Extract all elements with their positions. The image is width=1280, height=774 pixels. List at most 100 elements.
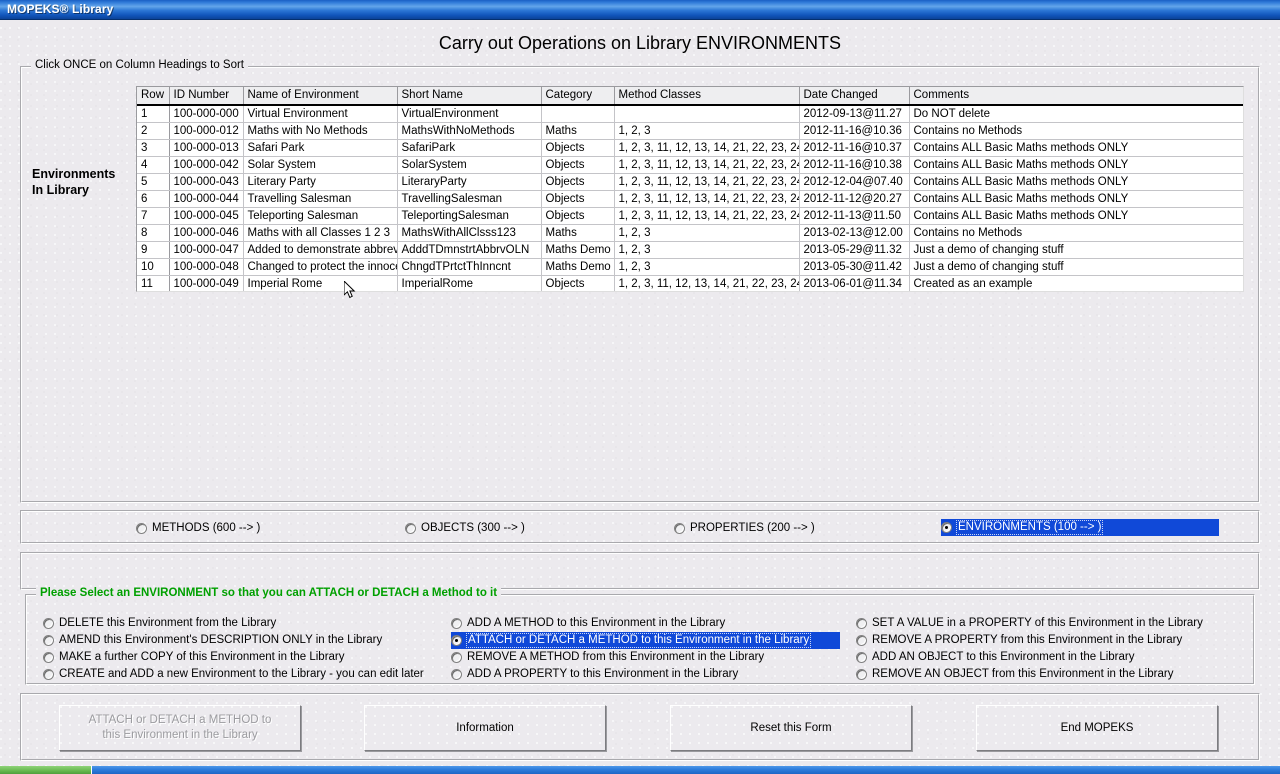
- table-cell: 1, 2, 3, 11, 12, 13, 14, 21, 22, 23, 24,: [614, 139, 800, 157]
- table-row[interactable]: 8 100-000-046 Maths with all Classes 1 2 3…: [137, 224, 1243, 242]
- table-cell: 2012-12-04@07.40: [799, 173, 910, 191]
- radio-properties-dot: [674, 523, 685, 534]
- op-remove-property-label: REMOVE A PROPERTY from this Environment …: [872, 634, 1183, 646]
- side-label-line1: Environments: [32, 167, 116, 181]
- window-title: MOPEKS® Library: [7, 2, 114, 16]
- taskbar-item[interactable]: [0, 766, 92, 774]
- table-row[interactable]: 11 100-000-049 Imperial Rome ImperialRome Ob…: [137, 275, 1243, 291]
- table-header-row[interactable]: Row ID Number Name of Environment Short Nam…: [137, 87, 1243, 106]
- op-remove-method[interactable]: REMOVE A METHOD from this Environment in…: [451, 650, 764, 665]
- information-button-label: Information: [456, 721, 514, 734]
- table-cell: 100-000-048: [169, 258, 244, 276]
- table-header-id-number[interactable]: ID Number: [169, 87, 244, 106]
- radio-environments-label: ENVIRONMENTS (100 --> ): [955, 520, 1104, 535]
- table-cell: MathsWithNoMethods: [397, 122, 542, 140]
- op-add-object-dot: [856, 652, 867, 663]
- table-cell: 2013-02-13@12.00: [799, 224, 910, 242]
- table-row[interactable]: 1 100-000-000 Virtual Environment VirtualEn…: [137, 105, 1243, 123]
- op-make-copy[interactable]: MAKE a further COPY of this Environment …: [43, 650, 345, 665]
- table-cell: 100-000-000: [169, 105, 244, 123]
- table-cell: 2013-05-30@11.42: [799, 258, 910, 276]
- mouse-cursor: [344, 281, 356, 299]
- op-attach-detach-method[interactable]: ATTACH or DETACH a METHOD to this Enviro…: [451, 632, 840, 649]
- table-header-row[interactable]: Row: [137, 87, 170, 106]
- op-amend-description[interactable]: AMEND this Environment's DESCRIPTION ONL…: [43, 633, 382, 648]
- table-cell: Maths Demo: [541, 241, 615, 259]
- table-cell: 2012-11-16@10.38: [799, 156, 910, 174]
- table-cell: 2: [137, 122, 170, 140]
- table-row[interactable]: 7 100-000-045 Teleporting Salesman Teleport…: [137, 207, 1243, 225]
- table-row[interactable]: 9 100-000-047 Added to demonstrate abbrevi…: [137, 241, 1243, 259]
- table-header-name-of-environment[interactable]: Name of Environment: [243, 87, 398, 106]
- table-cell: 100-000-046: [169, 224, 244, 242]
- attach-detach-method-button-line1: ATTACH or DETACH a METHOD to: [88, 714, 272, 726]
- table-row[interactable]: 6 100-000-044 Travelling Salesman Travellin…: [137, 190, 1243, 208]
- attach-detach-method-button[interactable]: ATTACH or DETACH a METHOD to this Enviro…: [59, 705, 301, 751]
- reset-form-button[interactable]: Reset this Form: [670, 705, 912, 751]
- op-delete-environment[interactable]: DELETE this Environment from the Library: [43, 616, 276, 631]
- environments-grid[interactable]: Row ID Number Name of Environment Short Nam…: [136, 86, 1244, 292]
- end-mopeks-button[interactable]: End MOPEKS: [976, 705, 1218, 751]
- table-cell: SafariPark: [397, 139, 542, 157]
- table-cell: Objects: [541, 207, 615, 225]
- table-cell: TravellingSalesman: [397, 190, 542, 208]
- op-add-method-label: ADD A METHOD to this Environment in the …: [467, 617, 726, 629]
- table-cell: 100-000-044: [169, 190, 244, 208]
- table-cell: 100-000-012: [169, 122, 244, 140]
- table-cell: Maths Demo: [541, 258, 615, 276]
- table-cell: Safari Park: [243, 139, 398, 157]
- radio-methods[interactable]: METHODS (600 --> ): [136, 521, 260, 536]
- table-header-short-name[interactable]: Short Name: [397, 87, 542, 106]
- table-cell: 1, 2, 3, 11, 12, 13, 14, 21, 22, 23, 24,: [614, 190, 800, 208]
- table-row[interactable]: 4 100-000-042 Solar System SolarSystem Objec…: [137, 156, 1243, 174]
- table-cell: Teleporting Salesman: [243, 207, 398, 225]
- table-row[interactable]: 3 100-000-013 Safari Park SafariPark Objects…: [137, 139, 1243, 157]
- op-add-method[interactable]: ADD A METHOD to this Environment in the …: [451, 616, 725, 631]
- table-cell: 2012-11-16@10.36: [799, 122, 910, 140]
- table-cell: Changed to protect the innocen: [243, 258, 398, 276]
- op-remove-object-label: REMOVE AN OBJECT from this Environment i…: [872, 668, 1174, 680]
- table-cell: 7: [137, 207, 170, 225]
- table-row[interactable]: 2 100-000-012 Maths with No Methods MathsWi…: [137, 122, 1243, 140]
- op-add-property[interactable]: ADD A PROPERTY to this Environment in th…: [451, 667, 738, 682]
- radio-properties-label: PROPERTIES (200 --> ): [690, 522, 815, 534]
- table-cell: 100-000-043: [169, 173, 244, 191]
- op-remove-property[interactable]: REMOVE A PROPERTY from this Environment …: [856, 633, 1182, 648]
- op-create-add-environment-dot: [43, 669, 54, 680]
- table-cell: Objects: [541, 275, 615, 291]
- table-cell: 1, 2, 3, 11, 12, 13, 14, 21, 22, 23, 24,: [614, 207, 800, 225]
- environments-in-library-label: Environments In Library: [32, 166, 132, 198]
- radio-objects-dot: [405, 523, 416, 534]
- reset-form-button-label: Reset this Form: [750, 721, 832, 734]
- information-button[interactable]: Information: [364, 705, 606, 751]
- table-cell: Contains ALL Basic Maths methods ONLY: [909, 207, 1243, 225]
- table-cell: VirtualEnvironment: [397, 105, 542, 123]
- radio-properties[interactable]: PROPERTIES (200 --> ): [674, 521, 815, 536]
- table-cell: Solar System: [243, 156, 398, 174]
- table-header-method-classes[interactable]: Method Classes: [614, 87, 800, 106]
- table-cell: 2012-11-13@11.50: [799, 207, 910, 225]
- table-cell: Objects: [541, 139, 615, 157]
- table-header-comments[interactable]: Comments: [909, 87, 1243, 106]
- radio-environments[interactable]: ENVIRONMENTS (100 --> ): [941, 519, 1219, 536]
- table-cell: 2013-05-29@11.32: [799, 241, 910, 259]
- taskbar[interactable]: [0, 766, 1280, 774]
- op-add-object[interactable]: ADD AN OBJECT to this Environment in the…: [856, 650, 1134, 665]
- op-set-value-property[interactable]: SET A VALUE in a PROPERTY of this Enviro…: [856, 616, 1203, 631]
- table-header-date-changed[interactable]: Date Changed: [799, 87, 910, 106]
- end-mopeks-button-label: End MOPEKS: [1060, 721, 1134, 734]
- table-cell: Imperial Rome: [243, 275, 398, 291]
- table-row[interactable]: 10 100-000-048 Changed to protect the inno…: [137, 258, 1243, 276]
- op-remove-method-label: REMOVE A METHOD from this Environment in…: [467, 651, 765, 663]
- table-cell: Literary Party: [243, 173, 398, 191]
- table-cell: TeleportingSalesman: [397, 207, 542, 225]
- table-cell: 1, 2, 3: [614, 224, 800, 242]
- table-header-category[interactable]: Category: [541, 87, 615, 106]
- op-remove-object[interactable]: REMOVE AN OBJECT from this Environment i…: [856, 667, 1173, 682]
- op-remove-property-dot: [856, 635, 867, 646]
- table-cell: Maths: [541, 224, 615, 242]
- op-create-add-environment[interactable]: CREATE and ADD a new Environment to the …: [43, 667, 424, 682]
- action-buttons-panel: ATTACH or DETACH a METHOD to this Enviro…: [20, 693, 1260, 761]
- table-row[interactable]: 5 100-000-043 Literary Party LiteraryParty O…: [137, 173, 1243, 191]
- radio-objects[interactable]: OBJECTS (300 --> ): [405, 521, 525, 536]
